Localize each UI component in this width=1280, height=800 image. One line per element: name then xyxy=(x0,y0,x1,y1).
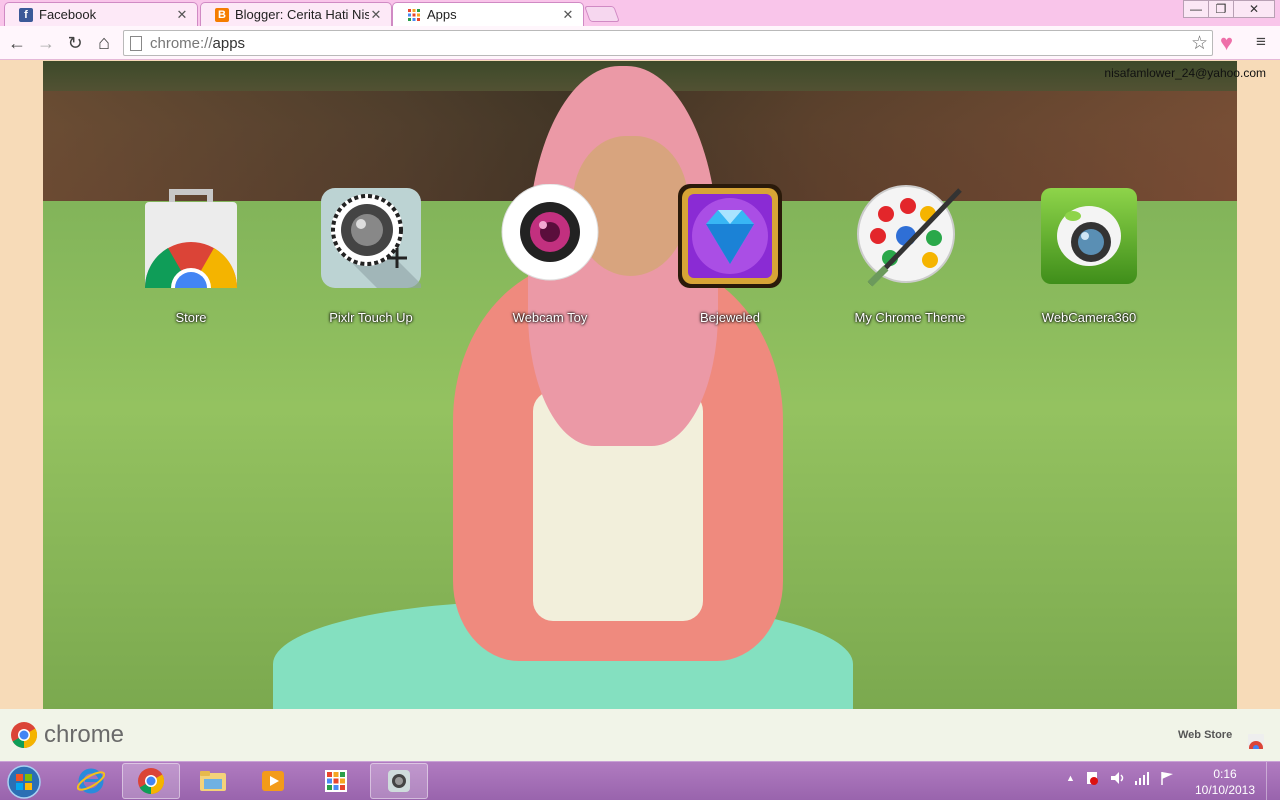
windows-logo-icon xyxy=(7,765,41,799)
tab-title: Apps xyxy=(427,7,457,22)
app-my-chrome-theme[interactable]: My Chrome Theme xyxy=(820,184,1000,325)
heart-extension-icon[interactable]: ♥ xyxy=(1220,30,1233,56)
home-button[interactable]: ⌂ xyxy=(92,31,116,55)
security-alert-icon[interactable] xyxy=(1084,770,1100,786)
tab-blogger[interactable]: B Blogger: Cerita Hati Nisa - ✕ xyxy=(200,2,392,26)
show-desktop-button[interactable] xyxy=(1266,762,1280,800)
camera360-icon xyxy=(1035,184,1143,292)
volume-icon[interactable] xyxy=(1109,770,1125,786)
media-player-icon xyxy=(262,771,284,791)
app-label: WebCamera360 xyxy=(1041,310,1137,325)
network-signal-icon[interactable] xyxy=(1134,770,1150,786)
minimize-button[interactable]: — xyxy=(1183,0,1209,18)
taskbar-internet-explorer[interactable] xyxy=(62,763,120,799)
app-label: Store xyxy=(175,310,207,325)
pixlr-camera-icon xyxy=(317,184,425,292)
app-store[interactable]: Store xyxy=(101,184,281,325)
tab-title: Blogger: Cerita Hati Nisa - xyxy=(235,7,369,22)
chrome-logo-icon xyxy=(11,722,38,749)
chrome-web-store-icon xyxy=(137,184,245,292)
address-bar[interactable]: chrome://apps ☆ xyxy=(123,30,1213,56)
restore-button[interactable]: ❐ xyxy=(1208,0,1234,18)
taskbar-camera-app[interactable] xyxy=(370,763,428,799)
app-webcamera360[interactable]: WebCamera360 xyxy=(999,184,1179,325)
window-close-button[interactable]: ✕ xyxy=(1233,0,1275,18)
app-label: Pixlr Touch Up xyxy=(329,310,413,325)
url-text: chrome://apps xyxy=(150,34,246,52)
paint-palette-icon xyxy=(856,184,964,292)
windows-taskbar: ▲ 0:16 10/10/2013 xyxy=(0,761,1280,800)
start-button[interactable] xyxy=(4,764,44,800)
apps-grid-icon xyxy=(407,8,421,22)
close-icon[interactable]: ✕ xyxy=(175,7,189,23)
apps-page-background xyxy=(43,61,1237,709)
apps-grid-icon xyxy=(325,770,347,792)
app-label: Webcam Toy xyxy=(512,310,588,325)
close-icon[interactable]: ✕ xyxy=(369,7,383,23)
back-button[interactable]: ← xyxy=(5,31,29,55)
show-hidden-icons-button[interactable]: ▲ xyxy=(1066,773,1075,783)
internet-explorer-icon xyxy=(77,768,105,794)
chrome-brand: chrome xyxy=(10,721,124,749)
taskbar-apps-launcher[interactable] xyxy=(307,763,365,799)
close-icon[interactable]: ✕ xyxy=(561,7,575,23)
tab-apps[interactable]: Apps ✕ xyxy=(392,2,584,26)
reload-button[interactable]: ↻ xyxy=(63,31,87,55)
diamond-gem-icon xyxy=(676,184,784,292)
chrome-icon xyxy=(138,768,165,795)
file-explorer-icon xyxy=(200,771,226,791)
forward-button[interactable]: → xyxy=(34,31,58,55)
tab-strip: f Facebook ✕ B Blogger: Cerita Hati Nisa… xyxy=(0,0,1280,26)
taskbar-chrome[interactable] xyxy=(122,763,180,799)
app-label: Bejeweled xyxy=(700,310,760,325)
page-icon xyxy=(130,35,142,51)
clock-time: 0:16 xyxy=(1213,767,1237,781)
app-webcam-toy[interactable]: Webcam Toy xyxy=(460,184,640,325)
webcam-lens-icon xyxy=(496,184,604,292)
taskbar-file-explorer[interactable] xyxy=(184,763,242,799)
chrome-wordmark: chrome xyxy=(44,721,125,748)
app-bejeweled[interactable]: Bejeweled xyxy=(640,184,820,325)
apps-launcher-bar: chrome Web Store xyxy=(0,709,1280,761)
camera-app-icon xyxy=(388,770,410,792)
tab-facebook[interactable]: f Facebook ✕ xyxy=(4,2,198,26)
tab-title: Facebook xyxy=(39,7,97,22)
taskbar-media-player[interactable] xyxy=(244,763,302,799)
watermark-text: nisafamlower_24@yahoo.com xyxy=(1104,66,1266,80)
bookmark-star-icon[interactable]: ☆ xyxy=(1191,32,1208,55)
app-label: My Chrome Theme xyxy=(854,310,966,325)
web-store-link[interactable]: Web Store xyxy=(1178,729,1232,741)
clock-date: 10/10/2013 xyxy=(1194,783,1256,797)
taskbar-clock[interactable]: 0:16 10/10/2013 xyxy=(1190,766,1260,798)
app-pixlr-touch-up[interactable]: Pixlr Touch Up xyxy=(281,184,461,325)
facebook-icon: f xyxy=(19,7,33,22)
action-center-flag-icon[interactable] xyxy=(1159,770,1175,786)
system-tray: ▲ xyxy=(1066,770,1175,786)
new-tab-button[interactable] xyxy=(584,6,620,22)
browser-toolbar: ← → ↻ ⌂ chrome://apps ☆ ♥ ≡ xyxy=(0,26,1280,60)
web-store-icon[interactable] xyxy=(1246,729,1266,749)
blogger-icon: B xyxy=(215,7,229,22)
chrome-menu-icon[interactable]: ≡ xyxy=(1256,32,1266,52)
